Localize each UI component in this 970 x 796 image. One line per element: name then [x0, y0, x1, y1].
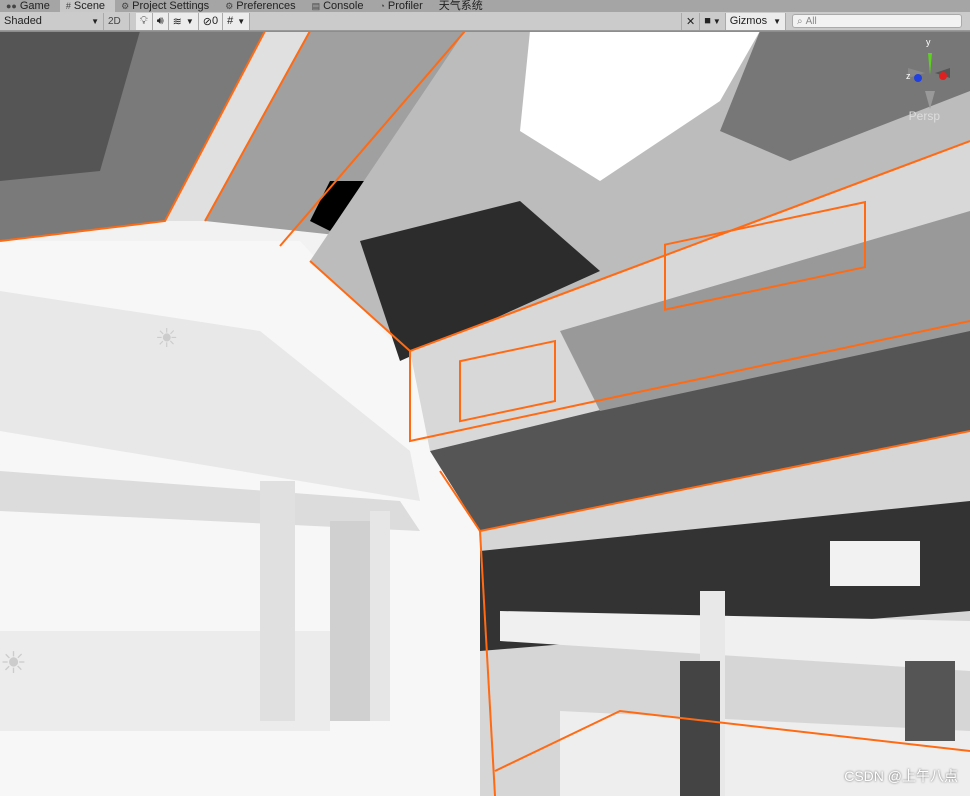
tab-profiler[interactable]: ◔ Profiler	[373, 0, 432, 12]
light-icon: ☀	[155, 323, 179, 353]
tab-weather-system[interactable]: 天气系统	[433, 0, 493, 12]
effects-toggle[interactable]: ≋ ▼	[168, 12, 199, 30]
lighting-toggle[interactable]: 💡︎	[136, 12, 153, 30]
gear-icon: ⚙	[121, 1, 130, 11]
console-icon: ▤	[311, 1, 321, 11]
grid-toggle[interactable]: # ▼	[223, 12, 251, 30]
projection-label[interactable]: Persp	[909, 109, 940, 123]
watermark: CSDN @上午八点	[844, 768, 958, 784]
search-input[interactable]: ⌕ All	[792, 14, 962, 28]
tab-preferences[interactable]: ⚙ Preferences	[219, 0, 305, 12]
window-tabs: ●● Game # Scene ⚙ Project Settings ⚙ Prefere…	[0, 0, 970, 12]
light-icon: ☀	[0, 647, 27, 680]
grid-icon: #	[65, 1, 71, 11]
scene-viewport[interactable]: y z Persp ☀ ☀ CSDN @上午八点	[0, 31, 970, 796]
tools-icon: ✕	[686, 15, 696, 28]
gizmos-dropdown[interactable]: Gizmos ▼	[725, 12, 786, 30]
gizmo-y-label: y	[926, 37, 931, 47]
chevron-down-icon: ▼	[237, 16, 246, 26]
tab-console[interactable]: ▤ Console	[306, 0, 374, 12]
audio-toggle[interactable]: 🔊︎	[152, 12, 169, 30]
scene-geometry	[0, 31, 970, 796]
search-icon: ⌕	[797, 15, 803, 27]
gear-icon: ⚙	[225, 1, 234, 11]
gamepad-icon: ●●	[6, 1, 17, 11]
2d-toggle[interactable]: 2D	[104, 12, 130, 30]
camera-icon: ■	[704, 15, 711, 27]
chevron-down-icon: ▼	[185, 16, 194, 26]
chevron-down-icon: ▼	[773, 16, 781, 26]
scene-toolbar: Shaded ▼ 2D 💡︎ 🔊︎ ≋ ▼ ⊘ 0 # ▼ ✕ ■ ▼ Gizmos ▼ ⌕…	[0, 12, 970, 31]
speaker-icon: 🔊︎	[156, 14, 164, 27]
tools-button[interactable]: ✕	[681, 12, 701, 30]
tab-game[interactable]: ●● Game	[0, 0, 60, 12]
camera-dropdown[interactable]: ■ ▼	[700, 12, 726, 30]
tab-scene[interactable]: # Scene	[59, 0, 116, 12]
profiler-icon: ◔	[379, 1, 385, 11]
grid-icon: #	[227, 15, 234, 27]
gizmo-z-label: z	[906, 71, 911, 81]
eye-slash-icon: ⊘	[202, 15, 212, 28]
chevron-down-icon: ▼	[91, 16, 99, 26]
effects-icon: ≋	[172, 15, 182, 28]
chevron-down-icon: ▼	[712, 16, 721, 26]
lightbulb-icon: 💡︎	[140, 14, 148, 27]
tab-project-settings[interactable]: ⚙ Project Settings	[115, 0, 219, 12]
draw-mode-dropdown[interactable]: Shaded ▼	[0, 12, 104, 30]
scene-visibility-toggle[interactable]: ⊘ 0	[198, 12, 224, 30]
